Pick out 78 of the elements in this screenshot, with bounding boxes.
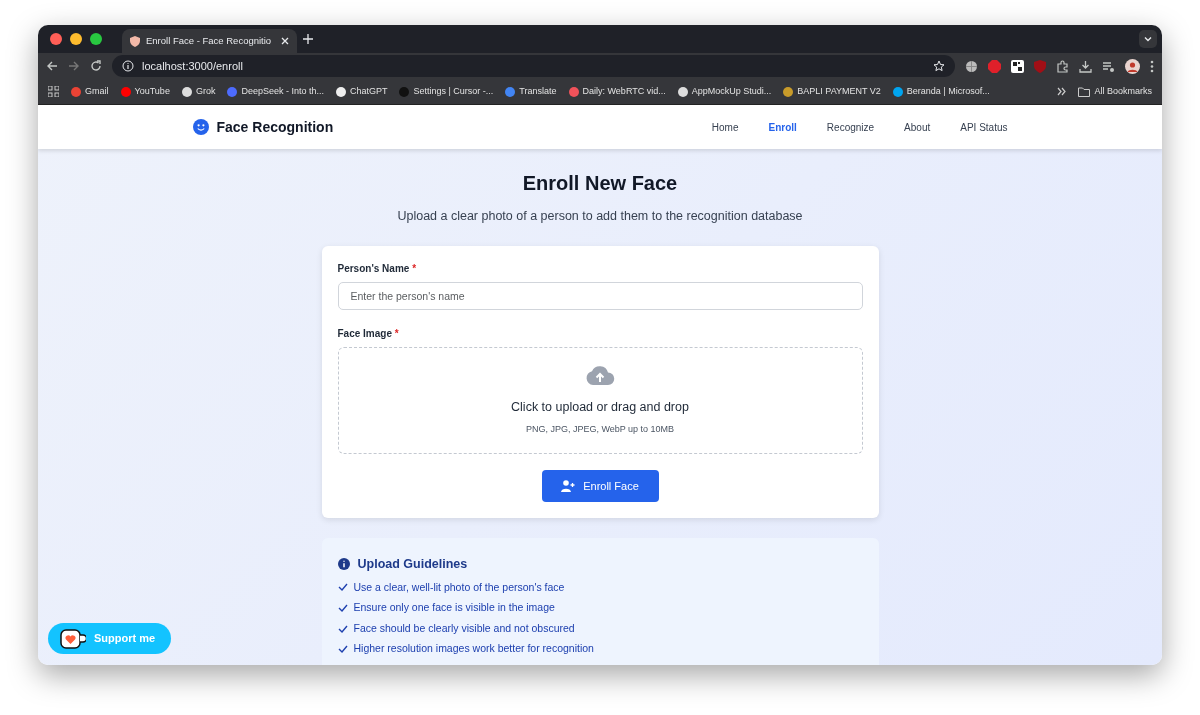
site-icon bbox=[892, 86, 903, 97]
check-icon bbox=[337, 645, 348, 654]
name-input-field[interactable]: Enter the person's name bbox=[337, 281, 863, 310]
site-icon bbox=[505, 86, 516, 97]
close-icon[interactable] bbox=[281, 37, 289, 45]
qr-code-icon[interactable] bbox=[1011, 59, 1024, 73]
guideline-text: Use a clear, well-lit photo of the person's face bbox=[353, 580, 565, 595]
site-icon bbox=[227, 86, 238, 97]
browser-tab[interactable]: Enroll Face - Face Recognitio bbox=[122, 29, 297, 53]
info-icon[interactable] bbox=[122, 60, 134, 72]
folder-icon bbox=[1078, 86, 1091, 97]
guideline-text: Face should be clearly visible and not obscured bbox=[353, 621, 575, 636]
bookmark-link[interactable]: DeepSeek - Into th... bbox=[227, 84, 324, 99]
upload-hint: PNG, JPG, JPEG, WebP up to 10MB bbox=[525, 422, 675, 436]
address-bar[interactable]: localhost:3000/enroll bbox=[112, 55, 955, 77]
all-bookmarks-link[interactable]: All Bookmarks bbox=[1078, 84, 1152, 99]
bookmark-link[interactable]: Settings | Cursor -... bbox=[399, 84, 494, 99]
add-user-icon bbox=[561, 479, 576, 492]
tab-title: Enroll Face - Face Recognitio bbox=[146, 33, 273, 48]
check-icon bbox=[337, 583, 348, 592]
nav-link[interactable]: Home bbox=[711, 115, 739, 139]
upload-instruction: Click to upload or drag and drop bbox=[511, 399, 689, 417]
bookmark-link[interactable]: ChatGPT bbox=[335, 84, 388, 99]
bookmark-link[interactable]: Daily: WebRTC vid... bbox=[568, 84, 666, 99]
site-icon bbox=[181, 86, 192, 97]
shield-icon bbox=[130, 35, 140, 47]
brand-name: Face Recognition bbox=[216, 117, 334, 137]
bookmark-link[interactable]: BAPLI PAYMENT V2 bbox=[783, 84, 881, 99]
site-icon bbox=[335, 86, 346, 97]
bookmark-link[interactable]: Translate bbox=[505, 84, 557, 99]
minimize-button[interactable] bbox=[70, 33, 82, 45]
guideline-text: Higher resolution images work better for recognition bbox=[353, 642, 594, 657]
cup-icon bbox=[60, 628, 86, 649]
page-subtitle: Upload a clear photo of a person to add them to the recognition database bbox=[396, 208, 804, 225]
info-icon bbox=[337, 558, 350, 571]
more-icon[interactable] bbox=[1150, 59, 1154, 73]
bookmark-link[interactable]: AppMockUp Studi... bbox=[677, 84, 772, 99]
star-icon[interactable] bbox=[933, 60, 945, 72]
field-label: Person's Name * bbox=[337, 261, 418, 276]
field-label: Face Image * bbox=[337, 326, 400, 341]
site-icon bbox=[783, 86, 794, 97]
zoom-button[interactable] bbox=[90, 33, 102, 45]
nav-link[interactable]: Recognize bbox=[826, 115, 875, 139]
close-button[interactable] bbox=[50, 33, 62, 45]
puzzle-icon[interactable] bbox=[1056, 59, 1069, 73]
download-icon[interactable] bbox=[1079, 59, 1092, 73]
smiley-icon bbox=[192, 119, 209, 135]
site-icon bbox=[71, 86, 81, 97]
url-text: localhost:3000/enroll bbox=[142, 58, 244, 74]
avatar-icon[interactable] bbox=[1125, 58, 1140, 74]
chevrons-icon[interactable] bbox=[1057, 87, 1067, 96]
cloud-upload-icon bbox=[585, 364, 615, 387]
new-tab-icon[interactable] bbox=[303, 34, 313, 44]
site-icon bbox=[399, 86, 410, 97]
forward-icon[interactable] bbox=[68, 60, 80, 72]
globe-icon[interactable] bbox=[965, 59, 978, 73]
apps-icon[interactable] bbox=[48, 86, 59, 97]
reload-icon[interactable] bbox=[90, 60, 102, 72]
back-icon[interactable] bbox=[46, 60, 58, 72]
check-icon bbox=[337, 603, 348, 612]
enroll-button[interactable]: Enroll Face bbox=[541, 469, 659, 502]
bookmark-link[interactable]: Beranda | Microsof... bbox=[892, 84, 990, 99]
page-heading: Enroll New Face bbox=[521, 171, 679, 195]
guidelines-title: Upload Guidelines bbox=[357, 555, 468, 573]
check-icon bbox=[337, 624, 348, 633]
guideline-text: Ensure only one face is visible in the image bbox=[353, 601, 555, 615]
site-icon bbox=[677, 86, 688, 97]
media-icon[interactable] bbox=[1102, 59, 1115, 73]
upload-dropzone[interactable]: Click to upload or drag and drop PNG, JPG, JPEG, WebP up to 10MB bbox=[337, 346, 863, 454]
tab-menu-icon[interactable] bbox=[1139, 30, 1157, 48]
nav-link[interactable]: Enroll bbox=[768, 115, 797, 139]
site-icon bbox=[120, 86, 131, 97]
bookmark-link[interactable]: Grok bbox=[181, 84, 216, 99]
nav-link[interactable]: API Status bbox=[960, 115, 1008, 139]
site-icon bbox=[568, 86, 579, 97]
bookmark-link[interactable]: Gmail bbox=[71, 84, 109, 99]
bookmark-link[interactable]: YouTube bbox=[120, 84, 170, 99]
nav-link[interactable]: About bbox=[904, 115, 931, 139]
